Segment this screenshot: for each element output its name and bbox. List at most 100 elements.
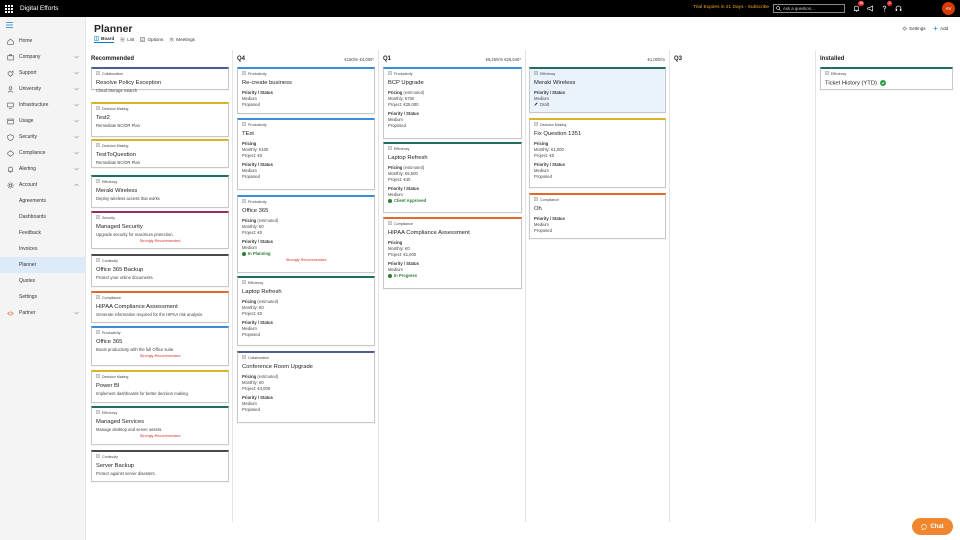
plan-card[interactable]: Collaboration Conference Room Upgrade Pric… xyxy=(237,351,375,423)
sidebar-item-security[interactable]: Security xyxy=(0,129,85,145)
card-category: Compliance xyxy=(530,195,665,202)
page-title: Planner xyxy=(94,23,133,35)
plan-card[interactable]: Continuity Office 365 Backup Protect your … xyxy=(91,254,229,287)
plan-card[interactable]: Efficiency Managed Services Manage desktop… xyxy=(91,406,229,445)
notification-count-badge: 45 xyxy=(858,1,864,6)
sidebar-item-university[interactable]: University xyxy=(0,81,85,97)
priority-status-label: Priority / Status xyxy=(242,239,273,244)
plan-card[interactable]: Decision Making TestToQuestion Remediate B… xyxy=(91,139,229,168)
status-value: Draft xyxy=(530,101,665,107)
card-category-label: Decision Making xyxy=(102,143,129,148)
announcements-button[interactable] xyxy=(866,4,875,13)
chat-button[interactable]: Chat xyxy=(912,518,953,535)
chevron-down-icon xyxy=(74,103,79,107)
plan-card[interactable]: Productivity Re-create business Priority /… xyxy=(237,67,375,114)
plan-card[interactable]: Compliance Oh Priority / Status Medium Propo… xyxy=(529,193,666,239)
sidebar-item-company[interactable]: Company xyxy=(0,49,85,65)
sidebar-item-usage[interactable]: Usage xyxy=(0,113,85,129)
notifications-button[interactable]: 45 xyxy=(852,1,864,13)
user-avatar[interactable]: AV xyxy=(942,2,955,15)
card-title-text: Managed Services xyxy=(96,419,145,425)
sidebar-item-account[interactable]: Account xyxy=(0,177,85,193)
plan-card[interactable]: Productivity Office 365 Pricing (estimated… xyxy=(237,195,375,273)
card-title: Resolve Policy Exception xyxy=(92,76,228,86)
plan-card[interactable]: Efficiency Meraki Wireless Priority / Stat… xyxy=(529,67,666,113)
card-title-text: Office 365 xyxy=(242,208,269,214)
plan-card[interactable]: Efficiency Meraki Wireless Deploy wireless… xyxy=(91,175,229,208)
plan-card[interactable]: Efficiency Laptop Refresh Pricing (estimat… xyxy=(383,142,522,213)
settings-label: Settings xyxy=(909,26,926,31)
sidebar-item-planner[interactable]: Planner xyxy=(0,257,85,273)
strongly-recommended-badge: Strongly Recommended xyxy=(139,434,181,438)
trial-banner-link[interactable]: Trial Expires in 21 Days - Subscribe xyxy=(693,5,769,10)
card-title: BCP Upgrade xyxy=(384,76,521,86)
sidebar-item-label: Company xyxy=(19,54,41,60)
plan-card[interactable]: Decision Making Power BI Implement dashboa… xyxy=(91,370,229,403)
sidebar-item-invoices[interactable]: Invoices xyxy=(0,241,85,257)
card-title-text: Resolve Policy Exception xyxy=(96,80,162,86)
tab-list[interactable]: List xyxy=(120,36,134,43)
plan-card[interactable]: Compliance HIPAA Compliance Assessment Pri… xyxy=(383,217,522,289)
search-input[interactable] xyxy=(782,6,844,11)
sidebar-item-compliance[interactable]: Compliance xyxy=(0,145,85,161)
status-text: Proposed xyxy=(242,102,260,107)
card-category: Productivity xyxy=(238,197,374,204)
settings-button[interactable]: Settings xyxy=(902,26,926,31)
plan-card[interactable]: Efficiency Laptop Refresh Pricing (estimat… xyxy=(237,276,375,346)
tab-meetings[interactable]: Meetings xyxy=(169,36,195,43)
pricing-label-text: Pricing xyxy=(242,299,257,304)
search-box[interactable] xyxy=(773,4,845,13)
sidebar-item-label: Compliance xyxy=(19,150,46,156)
sidebar-item-infrastructure[interactable]: Infrastructure xyxy=(0,97,85,113)
sidebar-item-alerting[interactable]: Alerting xyxy=(0,161,85,177)
plan-card[interactable]: Security Managed Security Upgrade security… xyxy=(91,211,229,249)
app-launcher-icon[interactable] xyxy=(0,0,17,17)
productivity-icon xyxy=(242,122,246,127)
status-value: Client Approved xyxy=(384,197,521,203)
plan-card[interactable]: Compliance HIPAA Compliance Assessment Gen… xyxy=(91,291,229,323)
sidebar-item-label: Usage xyxy=(19,118,34,124)
sidebar-item-settings[interactable]: Settings xyxy=(0,289,85,305)
card-title: Meraki Wireless xyxy=(530,76,665,86)
sidebar-item-home[interactable]: Home xyxy=(0,33,85,49)
sidebar-item-quotes[interactable]: Quotes xyxy=(0,273,85,289)
status-dot-icon xyxy=(388,273,392,278)
card-title: Office 365 xyxy=(238,204,374,214)
status-text: Proposed xyxy=(534,174,552,179)
card-title-text: Oh xyxy=(534,206,542,212)
add-button[interactable]: Add xyxy=(933,26,948,31)
sidebar-item-support[interactable]: Support xyxy=(0,65,85,81)
priority-status-label: Priority / Status xyxy=(242,162,273,167)
plan-card[interactable]: Collaboration Resolve Policy Exception Clo… xyxy=(91,67,229,93)
sidebar-item-dashboards[interactable]: Dashboards xyxy=(0,209,85,225)
card-title-text: Laptop Refresh xyxy=(388,155,428,161)
menu-toggle-button[interactable] xyxy=(0,17,85,33)
status-text: Proposed xyxy=(388,123,406,128)
plan-card[interactable]: Productivity Office 365 Boost productivity… xyxy=(91,326,229,366)
options-icon xyxy=(140,36,146,42)
card-title: HIPAA Compliance Assessment xyxy=(384,226,521,236)
plan-card[interactable]: Decision Making Test2 Remediate BC/DR Plan xyxy=(91,102,229,137)
plan-card[interactable]: Productivity TEst Pricing Monthly: €100 Proj… xyxy=(237,118,375,190)
board-icon xyxy=(94,36,99,41)
column-title: Q3 xyxy=(674,56,683,62)
help-button[interactable]: 3 xyxy=(880,1,892,13)
tab-options[interactable]: Options xyxy=(140,36,163,43)
card-title-text: Laptop Refresh xyxy=(242,289,282,295)
plan-card[interactable]: Decision Making Fix Question 1351 Pricing M… xyxy=(529,118,666,188)
strongly-recommended-badge: Strongly Recommended xyxy=(139,354,181,358)
pricing-label-text: Pricing xyxy=(388,90,403,95)
sidebar-item-label: Security xyxy=(19,134,38,140)
remote-support-button[interactable] xyxy=(894,4,903,13)
strongly-recommended-badge: Strongly Recommended xyxy=(285,258,327,262)
card-category-label: Efficiency xyxy=(248,280,264,285)
sidebar-item-partner[interactable]: Partner xyxy=(0,305,85,321)
sidebar-item-agreements[interactable]: Agreements xyxy=(0,193,85,209)
plan-card[interactable]: Productivity BCP Upgrade Pricing (estimate… xyxy=(383,67,522,139)
plan-card[interactable]: Continuity Server Backup Protect against s… xyxy=(91,450,229,482)
sidebar-item-feedback[interactable]: Feedback xyxy=(0,225,85,241)
plan-card[interactable]: Efficiency Ticket History (YTD) xyxy=(820,67,953,90)
tab-board[interactable]: Board xyxy=(94,36,115,43)
pricing-label: Pricing xyxy=(530,137,665,146)
card-category: Collaboration xyxy=(92,69,228,76)
